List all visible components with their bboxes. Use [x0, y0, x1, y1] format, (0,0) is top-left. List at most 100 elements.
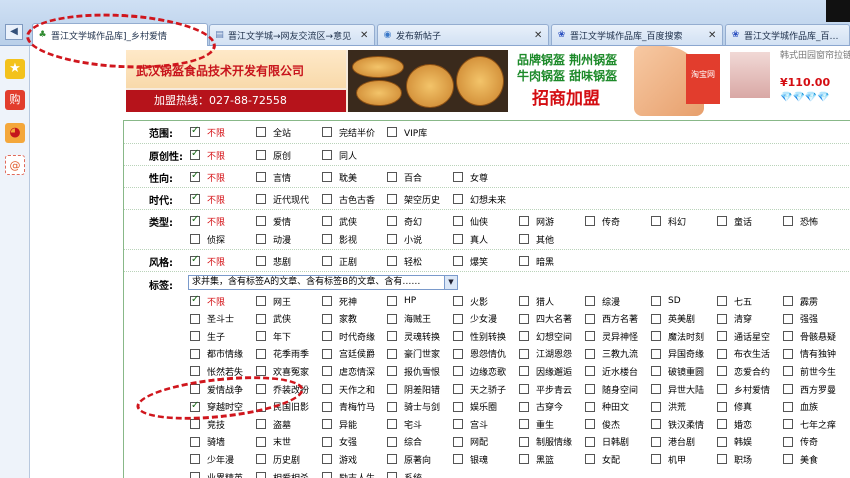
option-style-comedy[interactable]: 爆笑 [453, 254, 488, 268]
option-orientation-any[interactable]: 不限 [190, 170, 225, 184]
option-tag[interactable]: 黑篮 [519, 452, 554, 466]
option-tag[interactable]: 平步青云 [519, 382, 572, 396]
option-tag[interactable]: SD [651, 294, 681, 308]
option-tag[interactable]: 银魂 [453, 452, 488, 466]
option-style-light[interactable]: 轻松 [387, 254, 422, 268]
star-icon[interactable]: ★ [5, 59, 25, 79]
option-tag[interactable]: 传奇 [783, 435, 818, 449]
option-tag[interactable]: 因缘邂逅 [519, 364, 572, 378]
option-style-any[interactable]: 不限 [190, 254, 225, 268]
option-tag[interactable]: 励志人生 [322, 470, 375, 478]
option-tag[interactable]: 异世大陆 [651, 382, 704, 396]
option-tag[interactable]: 韩娱 [717, 435, 752, 449]
tab-3[interactable]: ◉ 发布新帖子 ✕ [377, 24, 549, 45]
option-tag[interactable]: 宅斗 [387, 417, 422, 431]
option-tag[interactable]: 种田文 [585, 400, 629, 414]
option-tag[interactable]: 网王 [256, 294, 291, 308]
option-tag[interactable]: 破镜重圆 [651, 364, 704, 378]
option-era-alt-history[interactable]: 架空历史 [387, 192, 440, 206]
option-tag[interactable]: 圣斗士 [190, 312, 234, 326]
option-tag[interactable]: 古穿今 [519, 400, 563, 414]
option-tag[interactable]: HP [387, 294, 416, 308]
option-tag[interactable]: 性别转换 [453, 329, 506, 343]
option-tag[interactable]: 情有独钟 [783, 347, 836, 361]
option-tag[interactable]: 武侠 [256, 312, 291, 326]
option-tag[interactable]: 洪荒 [651, 400, 686, 414]
option-tag[interactable]: 都市情缘 [190, 347, 243, 361]
option-tag[interactable]: 清穿 [717, 312, 752, 326]
option-tag[interactable]: 恩怨情仇 [453, 347, 506, 361]
option-era-ancient[interactable]: 古色古香 [322, 192, 375, 206]
option-tag[interactable]: 女强 [322, 435, 357, 449]
option-tag[interactable]: 死神 [322, 294, 357, 308]
option-originality-original[interactable]: 原创 [256, 148, 291, 162]
option-tag[interactable]: 生子 [190, 329, 225, 343]
option-scope-all[interactable]: 全站 [256, 125, 291, 139]
option-tag[interactable]: 猎人 [519, 294, 554, 308]
option-tag[interactable]: 时代奇缘 [322, 329, 375, 343]
option-tag[interactable]: 近水楼台 [585, 364, 638, 378]
option-tag[interactable]: 年下 [256, 329, 291, 343]
option-tag[interactable]: 盗墓 [256, 417, 291, 431]
option-tag[interactable]: 四大名著 [519, 312, 572, 326]
option-tag[interactable]: 网配 [453, 435, 488, 449]
close-icon[interactable]: ✕ [534, 30, 544, 41]
option-tag[interactable]: 恋爱合约 [717, 364, 770, 378]
option-tag[interactable]: 港台剧 [651, 435, 695, 449]
option-tag[interactable]: 布衣生活 [717, 347, 770, 361]
option-genre[interactable]: 网游 [519, 214, 554, 228]
option-genre[interactable]: 真人 [453, 232, 488, 246]
option-tag[interactable]: 职场 [717, 452, 752, 466]
option-genre[interactable]: 侦探 [190, 232, 225, 246]
option-tag[interactable]: 历史剧 [256, 452, 300, 466]
option-tag[interactable]: 俊杰 [585, 417, 620, 431]
option-tag[interactable]: 强强 [783, 312, 818, 326]
option-tag[interactable]: 英美剧 [651, 312, 695, 326]
option-tag[interactable]: 系统 [387, 470, 422, 478]
option-tag[interactable]: 游戏 [322, 452, 357, 466]
option-tag[interactable]: 海贼王 [387, 312, 431, 326]
option-genre[interactable]: 仙侠 [453, 214, 488, 228]
option-tag[interactable]: 骑墙 [190, 435, 225, 449]
tag-mode-select[interactable]: 求并集，含有标签A的文章、含有标签B的文章、含有…… ▼ [188, 275, 458, 290]
option-tag[interactable]: 宫廷侯爵 [322, 347, 375, 361]
option-tag[interactable]: 魔法时刻 [651, 329, 704, 343]
option-era-any[interactable]: 不限 [190, 192, 225, 206]
option-tag[interactable]: 江湖恩怨 [519, 347, 572, 361]
option-tag[interactable]: 婚恋 [717, 417, 752, 431]
option-tag[interactable]: 天之骄子 [453, 382, 506, 396]
option-style-drama[interactable]: 正剧 [322, 254, 357, 268]
option-genre[interactable]: 恐怖 [783, 214, 818, 228]
option-tag[interactable]: 报仇雪恨 [387, 364, 440, 378]
banner-ad-slogan[interactable]: 品牌锅盔 荆州锅盔 牛肉锅盔 甜味锅盔 招商加盟 [510, 50, 634, 112]
option-tag[interactable]: 日韩剧 [585, 435, 629, 449]
option-tag[interactable]: 修真 [717, 400, 752, 414]
option-genre[interactable]: 科幻 [651, 214, 686, 228]
option-tag[interactable]: 灵异神怪 [585, 329, 638, 343]
at-mail-icon[interactable]: @ [5, 155, 25, 175]
option-genre[interactable]: 武侠 [322, 214, 357, 228]
option-orientation-gl[interactable]: 百合 [387, 170, 422, 184]
option-tag[interactable]: 骨骸悬疑 [783, 329, 836, 343]
option-tag[interactable]: 虐恋情深 [322, 364, 375, 378]
option-tag[interactable]: 西方名著 [585, 312, 638, 326]
option-tag[interactable]: 前世今生 [783, 364, 836, 378]
option-tag[interactable]: 家教 [322, 312, 357, 326]
option-scope-vip[interactable]: VIP库 [387, 125, 427, 139]
banner-ad-taobao[interactable]: 淘宝网 韩式田园窗帘拉链成品卷帘遮光柔纱 ¥110.00 💎💎💎💎 [634, 46, 850, 116]
option-genre[interactable]: 爱情 [256, 214, 291, 228]
option-tag[interactable]: 美食 [783, 452, 818, 466]
option-tag[interactable]: 随身空间 [585, 382, 638, 396]
option-tag[interactable]: 花季雨季 [256, 347, 309, 361]
option-genre[interactable]: 影视 [322, 232, 357, 246]
option-genre[interactable]: 动漫 [256, 232, 291, 246]
back-arrow-icon[interactable]: ◀ [5, 24, 23, 40]
option-style-tragedy[interactable]: 悲剧 [256, 254, 291, 268]
option-tag[interactable]: 女配 [585, 452, 620, 466]
option-tag[interactable]: 三教九流 [585, 347, 638, 361]
option-tag[interactable]: 铁汉柔情 [651, 417, 704, 431]
option-tag[interactable]: 火影 [453, 294, 488, 308]
option-orientation-female[interactable]: 女尊 [453, 170, 488, 184]
option-tag[interactable]: 霹雳 [783, 294, 818, 308]
option-tag[interactable]: 乡村爱情 [717, 382, 770, 396]
